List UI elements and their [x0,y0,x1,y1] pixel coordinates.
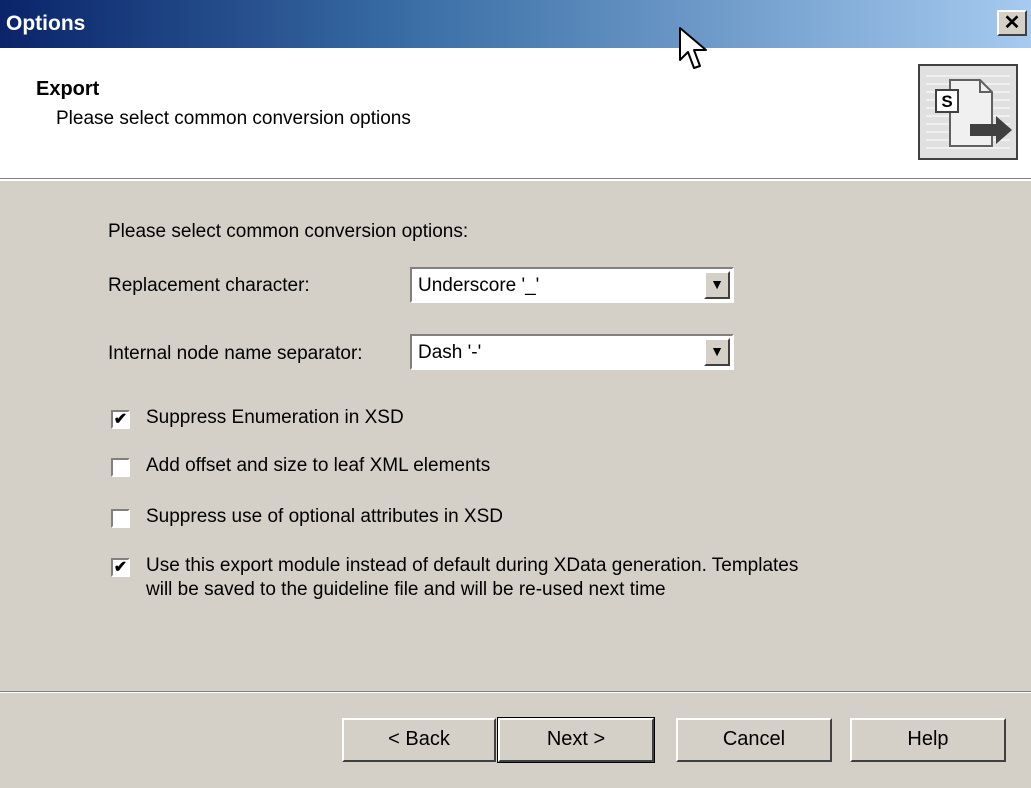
node-separator-label: Internal node name separator: [108,343,363,364]
use-export-module-label[interactable]: Use this export module instead of defaul… [146,555,798,577]
suppress-enumeration-label[interactable]: Suppress Enumeration in XSD [146,407,404,429]
close-button[interactable]: ✕ [997,10,1027,36]
export-document-icon: S [918,64,1018,160]
suppress-optional-attributes-label[interactable]: Suppress use of optional attributes in X… [146,506,503,528]
intro-text: Please select common conversion options: [108,221,469,242]
add-offset-size-checkbox[interactable] [111,458,130,477]
options-panel: Please select common conversion options:… [0,181,1031,691]
chevron-down-icon[interactable]: ▼ [704,338,730,366]
node-separator-value: Dash '-' [418,342,482,363]
footer-divider-highlight [0,692,1031,693]
wizard-header: Export Please select common conversion o… [0,48,1031,179]
replacement-character-value: Underscore '_' [418,275,540,296]
mouse-cursor-icon [679,27,707,69]
page-title: Export [36,78,100,100]
node-separator-select[interactable]: Dash '-' ▼ [410,334,734,370]
page-subtitle: Please select common conversion options [56,108,411,129]
add-offset-size-label[interactable]: Add offset and size to leaf XML elements [146,455,490,477]
replacement-character-select[interactable]: Underscore '_' ▼ [410,267,734,303]
help-button[interactable]: Help [850,718,1006,762]
icon-letter: S [941,92,952,111]
window-title: Options [6,12,86,35]
back-button[interactable]: < Back [342,718,496,762]
title-bar: Options ✕ [0,0,1031,48]
replacement-character-label: Replacement character: [108,275,310,296]
chevron-down-icon[interactable]: ▼ [704,271,730,299]
use-export-module-checkbox[interactable]: ✔ [111,558,130,577]
use-export-module-label-line2[interactable]: will be saved to the guideline file and … [146,579,666,601]
suppress-enumeration-checkbox[interactable]: ✔ [111,410,130,429]
suppress-optional-attributes-checkbox[interactable] [111,509,130,528]
cancel-button[interactable]: Cancel [676,718,832,762]
next-button[interactable]: Next > [497,717,655,763]
